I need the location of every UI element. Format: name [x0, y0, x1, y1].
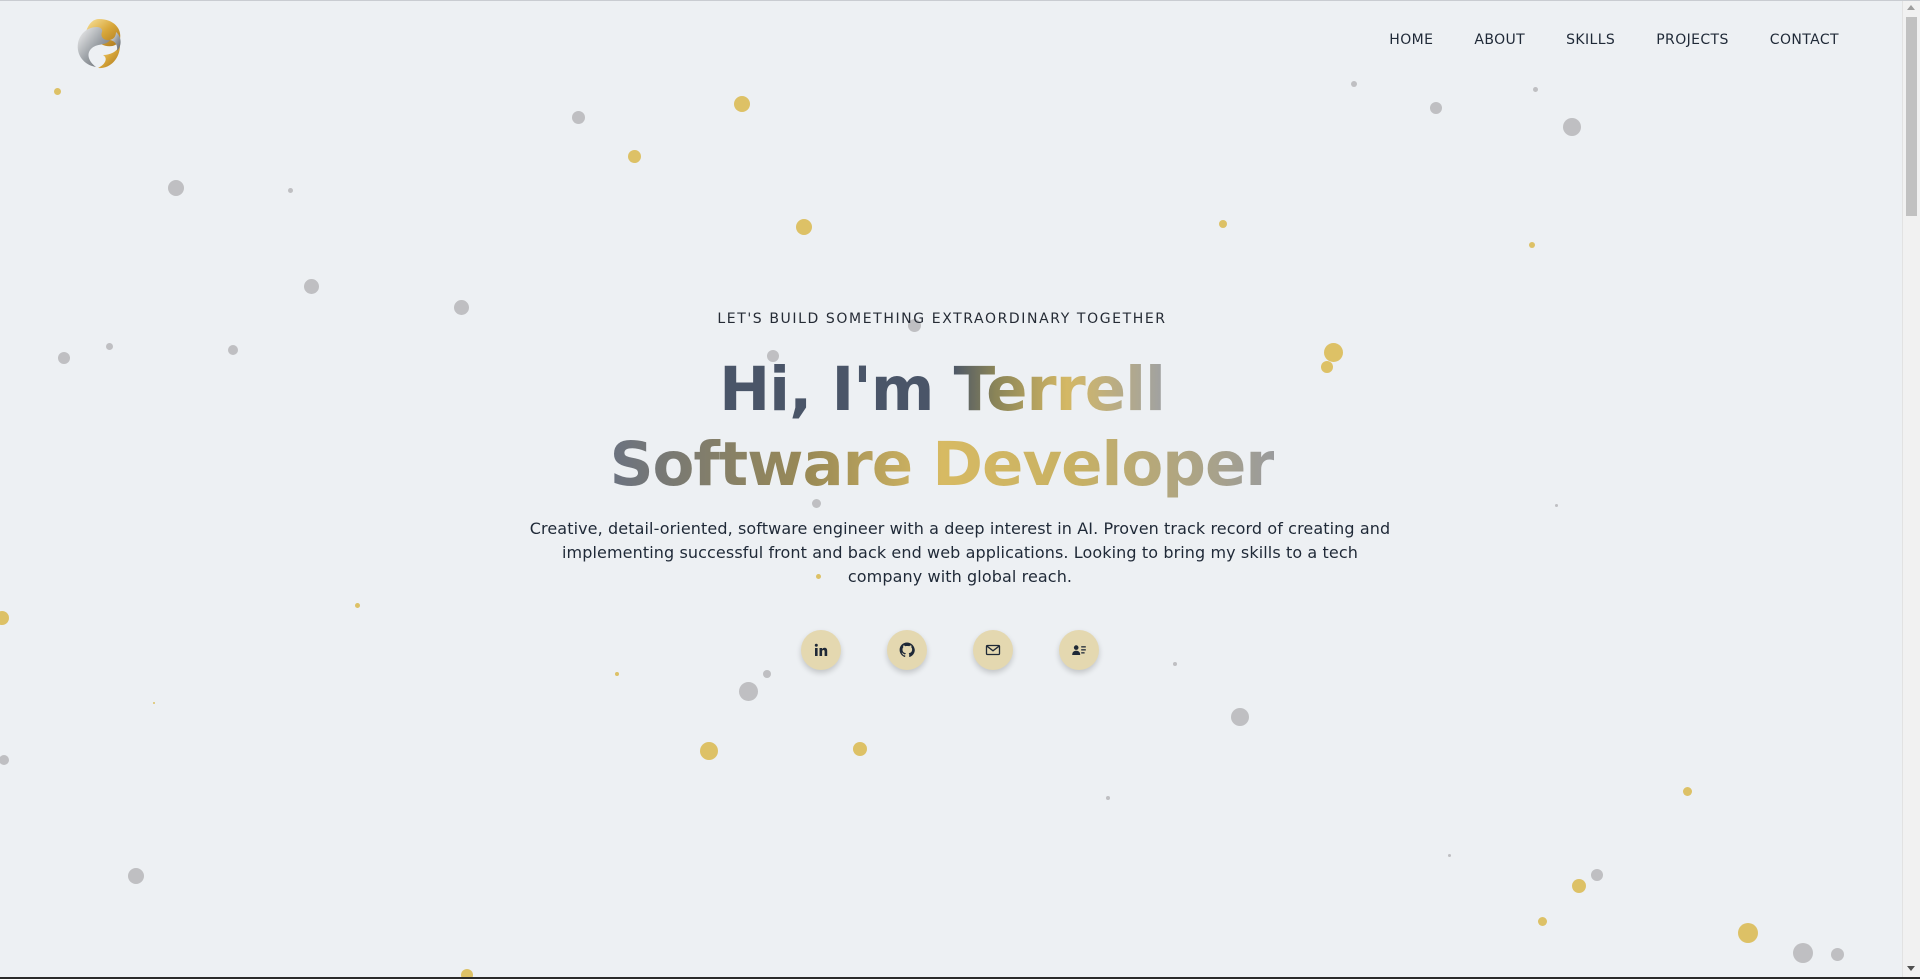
particle-dot [734, 96, 750, 112]
particle-dot [615, 672, 619, 676]
logo[interactable] [70, 15, 128, 73]
nav-about[interactable]: ABOUT [1474, 32, 1525, 48]
github-button[interactable] [887, 630, 927, 670]
scroll-down-arrow-icon[interactable] [1907, 966, 1915, 971]
particle-dot [1537, 916, 1547, 926]
particle-dot [168, 180, 184, 196]
page: HOME ABOUT SKILLS PROJECTS CONTACT LET'S… [0, 0, 1920, 979]
particle-dot [1563, 118, 1581, 136]
nav-contact[interactable]: CONTACT [1770, 32, 1839, 48]
particle-dot [0, 611, 9, 625]
particle-dot [461, 969, 473, 977]
social-links [801, 630, 1099, 670]
particle-dot [700, 742, 718, 760]
linkedin-icon [814, 643, 828, 656]
particle-dot [0, 755, 9, 765]
particle-dot [1793, 943, 1813, 963]
particle-dot [796, 219, 812, 235]
particle-dot [1554, 503, 1558, 507]
particle-dot [1351, 81, 1357, 87]
particle-dot [287, 187, 293, 193]
particle-dot [1591, 869, 1603, 881]
scroll-up-arrow-icon[interactable] [1907, 5, 1915, 10]
particle-dot [228, 345, 238, 355]
particle-dot [105, 342, 113, 350]
hero-greeting-text: Hi, I'm Terrell [719, 354, 1166, 425]
page-scrollbar[interactable] [1902, 1, 1920, 977]
github-icon [899, 642, 915, 658]
particle-dot [1219, 220, 1227, 228]
particle-dot [128, 868, 144, 884]
particle-dot [354, 602, 360, 608]
logo-icon [77, 19, 121, 69]
email-button[interactable] [973, 630, 1013, 670]
particle-dot [1532, 86, 1538, 92]
particle-dot [1173, 662, 1177, 666]
nav-home[interactable]: HOME [1389, 32, 1433, 48]
resume-button[interactable] [1059, 630, 1099, 670]
particle-dot [153, 702, 155, 704]
particle-dot [571, 110, 585, 124]
particle-dot [1572, 879, 1586, 893]
contact-card-icon [1072, 645, 1086, 655]
particle-dot [1738, 923, 1758, 943]
particle-dot [1447, 853, 1451, 857]
particle-dot [1231, 708, 1249, 726]
particle-dot [1529, 242, 1535, 248]
scrollbar-thumb[interactable] [1906, 17, 1917, 216]
hero-headline-role: Software Developer [0, 434, 1884, 495]
nav-skills[interactable]: SKILLS [1566, 32, 1615, 48]
hero-headline-greeting: Hi, I'm Terrell [0, 359, 1884, 420]
particle-dot [763, 670, 771, 678]
linkedin-button[interactable] [801, 630, 841, 670]
mail-icon [985, 644, 1001, 656]
particle-dot [53, 87, 61, 95]
particle-dot [303, 278, 319, 294]
main-nav: HOME ABOUT SKILLS PROJECTS CONTACT [1389, 32, 1839, 48]
hero-role-text: Software Developer [609, 429, 1276, 500]
particle-dot [853, 742, 867, 756]
particle-dot [1106, 796, 1110, 800]
particle-dot [738, 681, 758, 701]
hero-description: Creative, detail-oriented, software engi… [529, 519, 1391, 586]
particle-dot [1682, 786, 1692, 796]
nav-projects[interactable]: PROJECTS [1656, 32, 1729, 48]
particle-dot [627, 149, 641, 163]
particle-dot [1830, 947, 1844, 961]
hero-eyebrow: LET'S BUILD SOMETHING EXTRAORDINARY TOGE… [717, 311, 1167, 327]
particle-dot [1430, 102, 1442, 114]
